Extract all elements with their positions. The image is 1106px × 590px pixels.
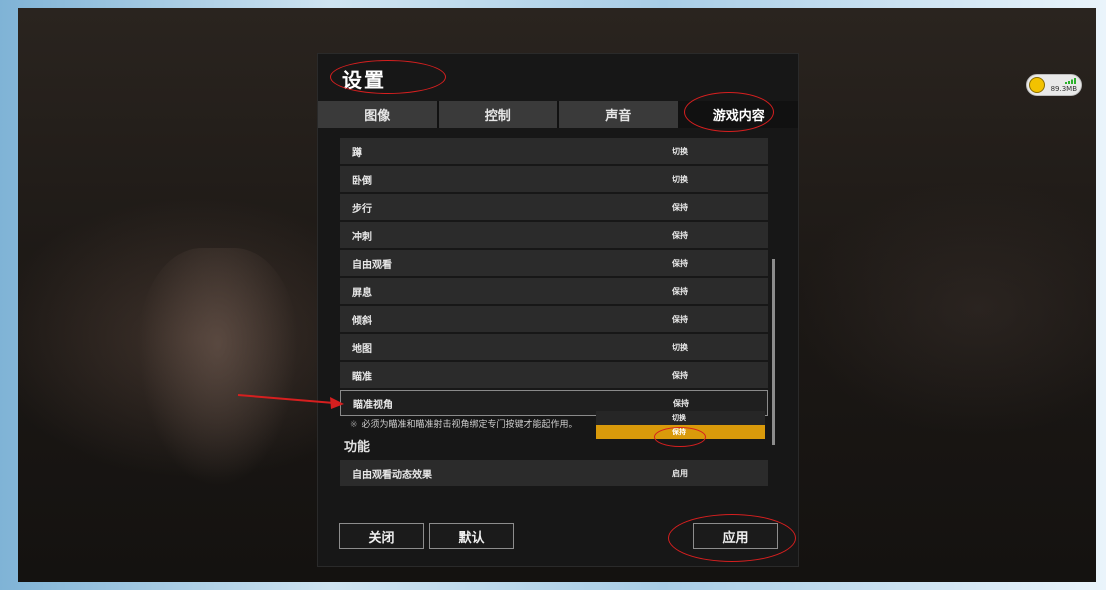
setting-label: 步行 <box>352 203 372 215</box>
annotation-circle-apply <box>668 514 796 562</box>
annotation-circle-tab <box>684 92 774 132</box>
setting-row-prone[interactable]: 卧倒 切换 <box>340 166 768 192</box>
setting-label: 自由观看 <box>352 259 392 271</box>
tab-controls[interactable]: 控制 <box>438 101 557 128</box>
setting-row-hold-breath[interactable]: 屏息 保持 <box>340 278 768 304</box>
close-button[interactable]: 关闭 <box>339 523 424 549</box>
setting-row-aim[interactable]: 瞄准 保持 <box>340 362 768 388</box>
setting-value: 启用 <box>672 468 688 478</box>
list-scrollbar[interactable] <box>772 259 775 445</box>
setting-label: 瞄准视角 <box>353 399 393 411</box>
setting-row-free-look[interactable]: 自由观看 保持 <box>340 250 768 276</box>
aim-binding-note: ※ 必须为瞄准和瞄准射击视角绑定专门按键才能起作用。 <box>350 417 578 430</box>
setting-value: 保持 <box>672 230 688 240</box>
setting-label: 冲刺 <box>352 231 372 243</box>
network-speed: 89.3MB <box>1050 85 1077 93</box>
tab-graphics[interactable]: 图像 <box>318 101 437 128</box>
setting-value: 切换 <box>672 146 688 156</box>
setting-label: 屏息 <box>352 287 372 299</box>
annotation-arrow-icon <box>237 394 344 409</box>
setting-row-walk[interactable]: 步行 保持 <box>340 194 768 220</box>
setting-label: 地图 <box>352 343 372 355</box>
network-widget[interactable]: 89.3MB <box>1026 74 1082 96</box>
section-title-features: 功能 <box>344 440 371 455</box>
tab-sound[interactable]: 声音 <box>559 101 678 128</box>
network-monitor-icon <box>1029 77 1045 93</box>
setting-value: 保持 <box>672 258 688 268</box>
setting-label: 倾斜 <box>352 315 372 327</box>
setting-row-crouch[interactable]: 蹲 切换 <box>340 138 768 164</box>
setting-label: 卧倒 <box>352 175 372 187</box>
setting-value: 保持 <box>672 202 688 212</box>
setting-row-lean[interactable]: 倾斜 保持 <box>340 306 768 332</box>
setting-value: 切换 <box>672 342 688 352</box>
setting-value: 保持 <box>673 398 689 408</box>
setting-row-map[interactable]: 地图 切换 <box>340 334 768 360</box>
setting-row-free-look-effect[interactable]: 自由观看动态效果 启用 <box>340 460 768 486</box>
setting-label: 瞄准 <box>352 371 372 383</box>
background-character <box>138 248 298 488</box>
setting-value: 保持 <box>672 286 688 296</box>
default-button[interactable]: 默认 <box>429 523 514 549</box>
signal-bars-icon <box>1065 78 1076 84</box>
setting-row-sprint[interactable]: 冲刺 保持 <box>340 222 768 248</box>
setting-value: 切换 <box>672 174 688 184</box>
setting-value: 保持 <box>672 370 688 380</box>
annotation-circle-option <box>654 427 706 447</box>
annotation-circle-title <box>330 60 446 94</box>
setting-label: 蹲 <box>352 147 362 159</box>
setting-label: 自由观看动态效果 <box>352 469 432 481</box>
dropdown-option-switch[interactable]: 切换 <box>596 411 765 425</box>
setting-value: 保持 <box>672 314 688 324</box>
note-text: 必须为瞄准和瞄准射击视角绑定专门按键才能起作用。 <box>361 420 578 430</box>
note-mark: ※ <box>350 420 358 430</box>
